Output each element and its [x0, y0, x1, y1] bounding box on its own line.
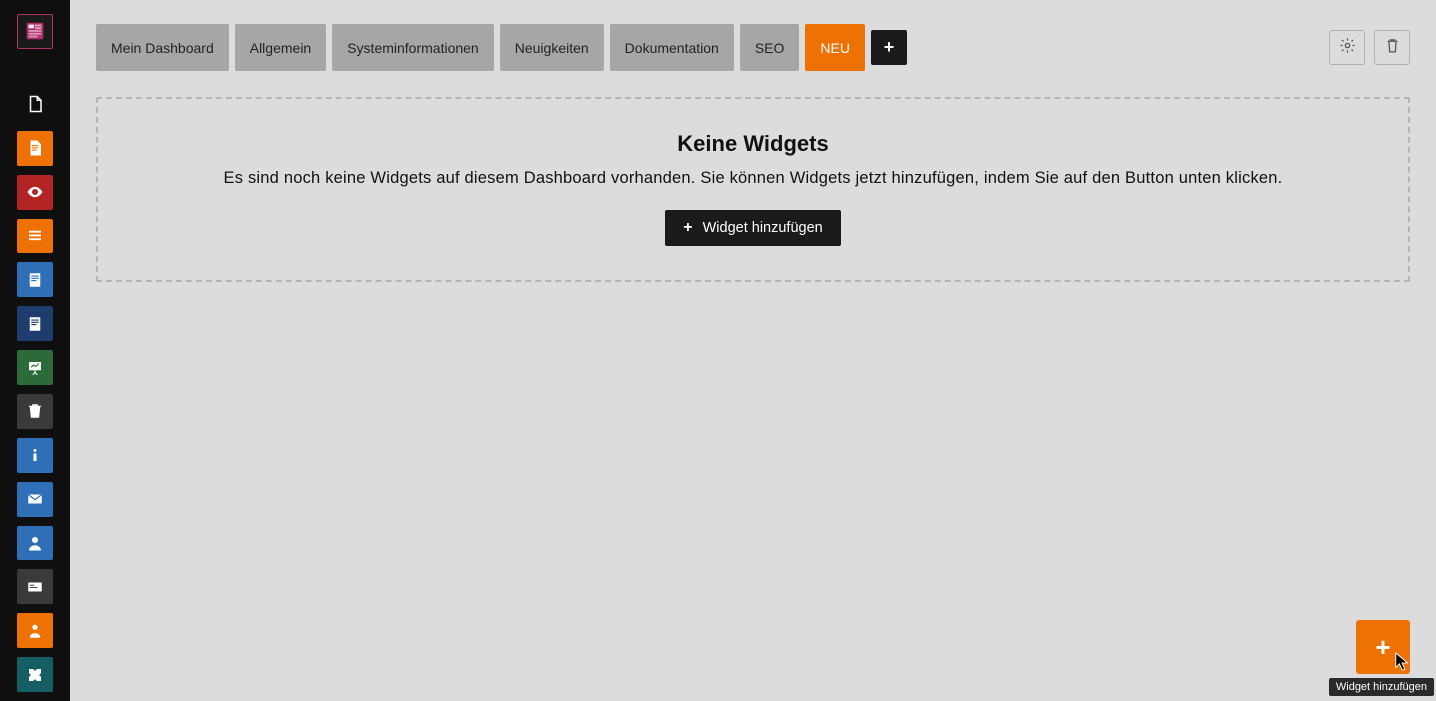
- settings-button[interactable]: [1329, 30, 1365, 65]
- presentation-icon: [26, 359, 44, 377]
- trash-icon: [1384, 37, 1401, 59]
- card-icon: [26, 578, 44, 596]
- sidebar-item-presentation[interactable]: [17, 350, 53, 385]
- left-sidebar: [0, 0, 70, 701]
- trash-icon: [26, 402, 44, 420]
- plus-icon: +: [683, 220, 692, 236]
- sidebar-item-eye[interactable]: [17, 175, 53, 210]
- document-icon: [26, 139, 44, 157]
- sidebar-item-trash[interactable]: [17, 394, 53, 429]
- plus-icon: +: [884, 37, 895, 58]
- gear-icon: [1339, 37, 1356, 59]
- user-icon: [26, 534, 44, 552]
- tab-systeminformationen[interactable]: Systeminformationen: [332, 24, 494, 71]
- empty-description: Es sind noch keine Widgets auf diesem Da…: [118, 169, 1388, 188]
- sidebar-item-mail[interactable]: [17, 482, 53, 517]
- main-content: Mein Dashboard Allgemein Systeminformati…: [70, 0, 1436, 701]
- add-widget-button[interactable]: + Widget hinzufügen: [665, 210, 840, 246]
- sidebar-item-page-darkblue[interactable]: [17, 306, 53, 341]
- fab-add-widget[interactable]: +: [1356, 620, 1410, 674]
- tab-seo[interactable]: SEO: [740, 24, 800, 71]
- plus-icon: +: [1375, 632, 1390, 663]
- empty-title: Keine Widgets: [118, 131, 1388, 157]
- sidebar-item-page-blue[interactable]: [17, 262, 53, 297]
- sidebar-item-card[interactable]: [17, 569, 53, 604]
- eye-icon: [26, 183, 44, 201]
- dashboard-tabbar: Mein Dashboard Allgemein Systeminformati…: [70, 0, 1436, 71]
- tab-allgemein[interactable]: Allgemein: [235, 24, 326, 71]
- sidebar-item-file-outline[interactable]: [17, 87, 53, 122]
- tab-neuigkeiten[interactable]: Neuigkeiten: [500, 24, 604, 71]
- file-outline-icon: [26, 95, 44, 113]
- person-icon: [26, 622, 44, 640]
- sidebar-item-info[interactable]: [17, 438, 53, 473]
- tab-neu[interactable]: NEU: [805, 24, 865, 71]
- top-right-actions: [1329, 30, 1410, 65]
- add-widget-label: Widget hinzufügen: [703, 220, 823, 236]
- tab-mein-dashboard[interactable]: Mein Dashboard: [96, 24, 229, 71]
- sidebar-item-list[interactable]: [17, 219, 53, 254]
- tab-dokumentation[interactable]: Dokumentation: [610, 24, 734, 71]
- sidebar-item-user[interactable]: [17, 526, 53, 561]
- sidebar-item-document[interactable]: [17, 131, 53, 166]
- mail-icon: [26, 490, 44, 508]
- sidebar-item-puzzle[interactable]: [17, 657, 53, 692]
- fab-tooltip: Widget hinzufügen: [1329, 678, 1434, 696]
- page-dark-icon: [26, 315, 44, 333]
- page-icon: [26, 271, 44, 289]
- info-icon: [26, 446, 44, 464]
- empty-dashboard-box: Keine Widgets Es sind noch keine Widgets…: [96, 97, 1410, 282]
- sidebar-item-person-orange[interactable]: [17, 613, 53, 648]
- puzzle-icon: [26, 666, 44, 684]
- app-logo[interactable]: [17, 14, 53, 49]
- list-icon: [26, 227, 44, 245]
- delete-button[interactable]: [1374, 30, 1410, 65]
- add-tab-button[interactable]: +: [871, 30, 907, 65]
